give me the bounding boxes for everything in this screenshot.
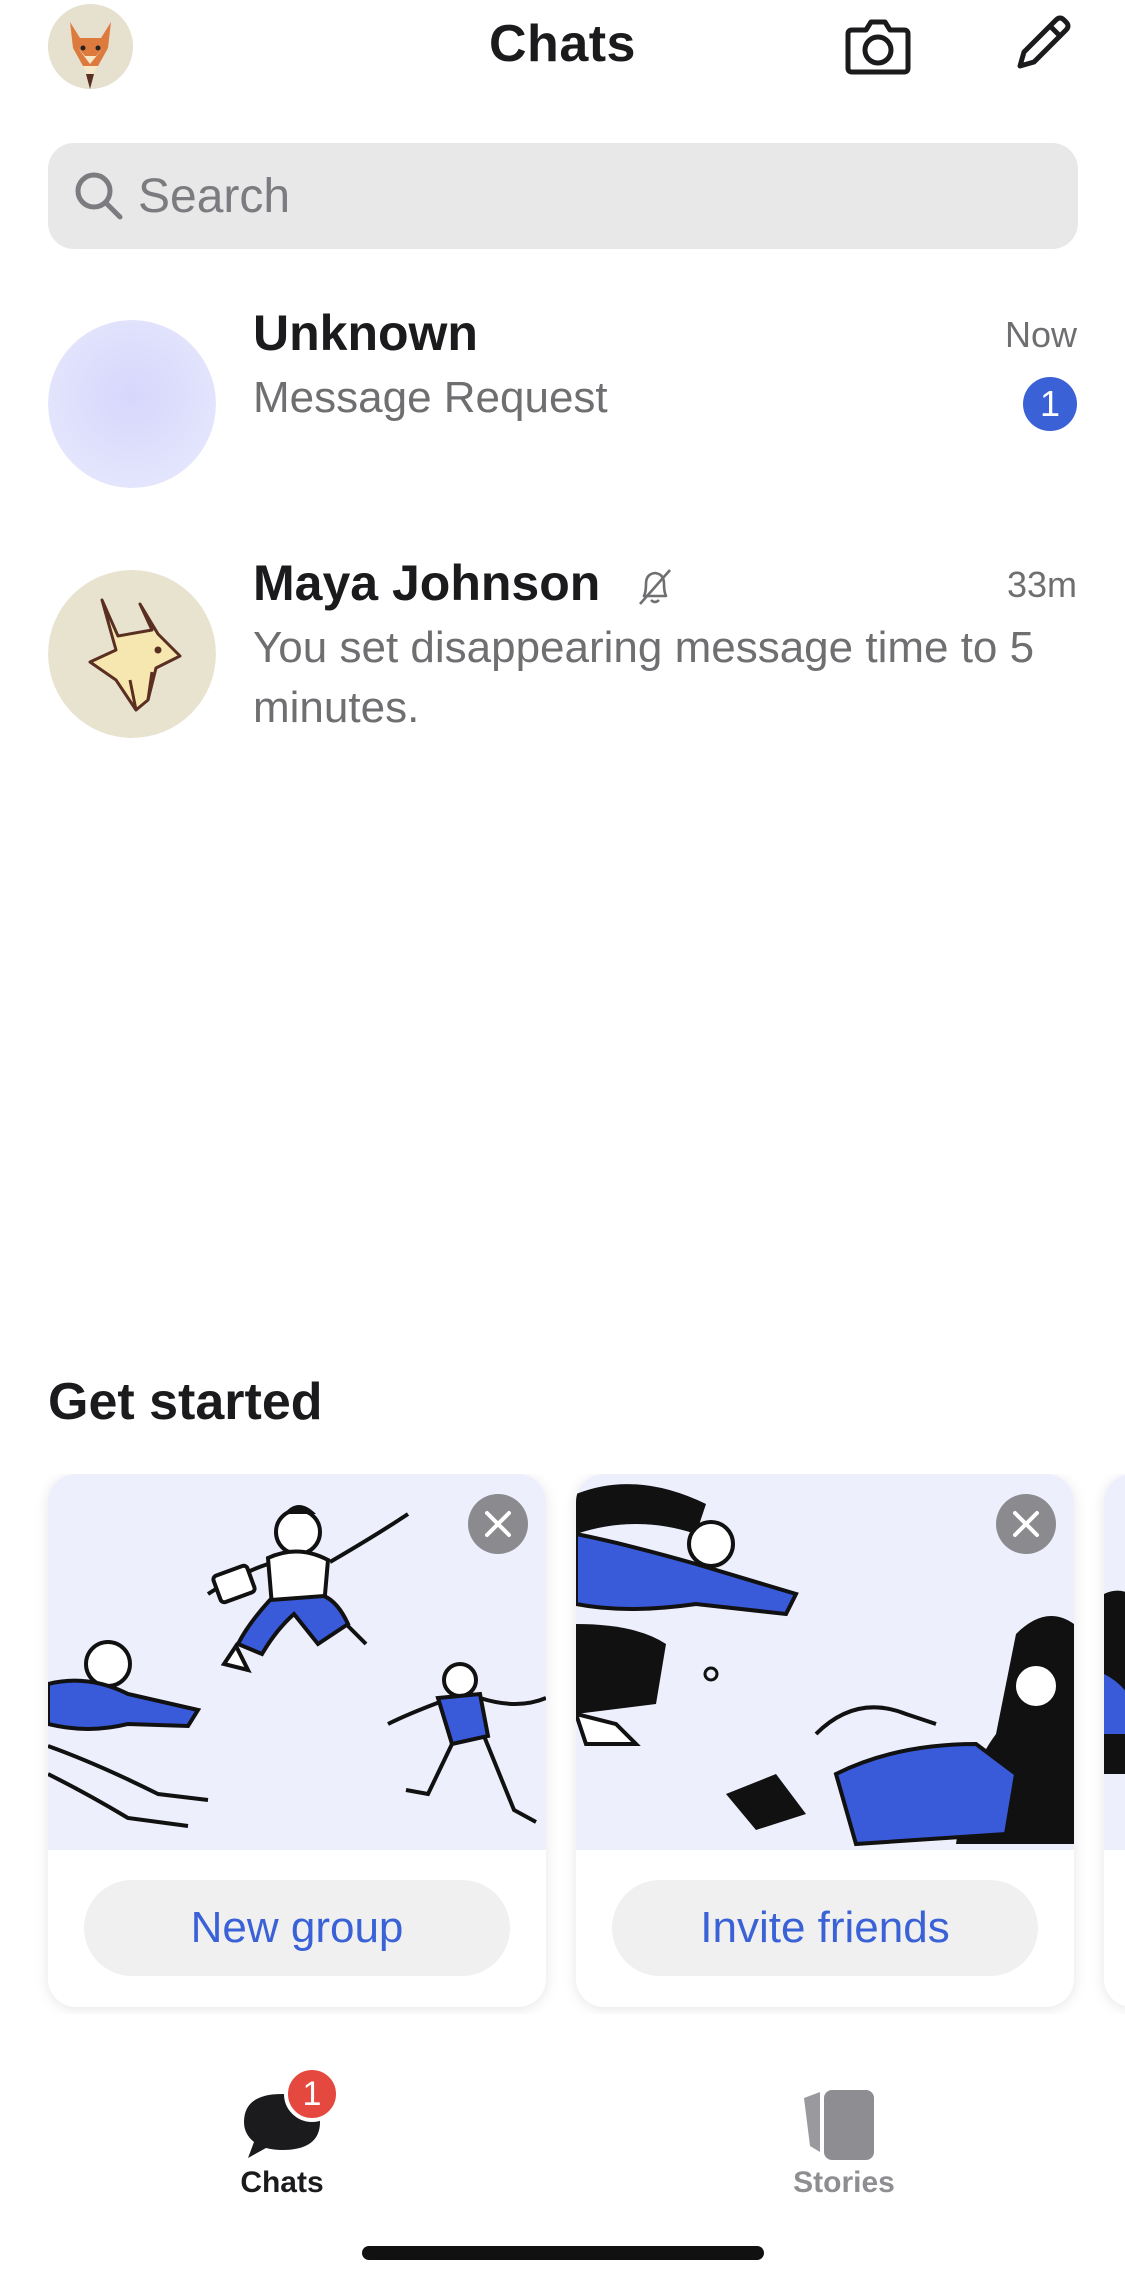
contact-avatar	[48, 570, 216, 738]
next-card-peek[interactable]	[1104, 1474, 1125, 2007]
camera-icon	[845, 19, 911, 75]
tab-label: Stories	[793, 2166, 895, 2199]
dismiss-card-button[interactable]	[996, 1494, 1056, 1554]
dismiss-card-button[interactable]	[468, 1494, 528, 1554]
chat-time: Now	[1004, 314, 1077, 355]
card-illustration	[1104, 1474, 1125, 1850]
home-indicator[interactable]	[362, 2246, 764, 2260]
stories-icon	[804, 2090, 874, 2160]
invite-friends-button[interactable]: Invite friends	[612, 1880, 1038, 1976]
fox-avatar-icon	[48, 570, 216, 738]
close-icon	[1013, 1511, 1039, 1537]
tab-unread-badge: 1	[284, 2066, 340, 2122]
chat-name: Unknown	[253, 305, 478, 361]
search-bar[interactable]	[48, 143, 1078, 249]
chat-row[interactable]: Unknown Message Request Now 1	[0, 300, 1125, 540]
new-group-card[interactable]: New group	[48, 1474, 546, 2007]
invite-friends-card[interactable]: Invite friends	[576, 1474, 1074, 2007]
blank-avatar	[48, 320, 216, 488]
chat-name: Maya Johnson	[253, 554, 678, 612]
tab-stories[interactable]: Stories	[694, 2054, 994, 2204]
new-group-button[interactable]: New group	[84, 1880, 510, 1976]
chat-time: 33m	[1006, 564, 1077, 605]
tab-label: Chats	[240, 2166, 324, 2199]
chat-snippet: Message Request	[253, 373, 608, 422]
get-started-title: Get started	[48, 1373, 323, 1431]
unread-badge: 1	[1023, 377, 1077, 431]
header: Chats	[0, 0, 1125, 100]
page-title: Chats	[489, 15, 636, 73]
camera-button[interactable]	[842, 10, 914, 82]
close-icon	[485, 1511, 511, 1537]
mute-bell-icon	[639, 568, 672, 605]
search-input[interactable]	[138, 143, 1038, 249]
chat-row[interactable]: Maya Johnson You set disappearing messag…	[0, 548, 1125, 788]
compose-button[interactable]	[1006, 8, 1078, 80]
search-icon	[75, 172, 123, 220]
get-started-carousel[interactable]: New group Invite friends	[0, 1474, 1125, 2014]
chat-snippet: You set disappearing message time to 5 m…	[253, 623, 1035, 732]
tab-chats[interactable]: 1 Chats	[132, 2054, 432, 2204]
pencil-icon	[1017, 15, 1071, 69]
chat-name-text: Maya Johnson	[253, 555, 601, 611]
